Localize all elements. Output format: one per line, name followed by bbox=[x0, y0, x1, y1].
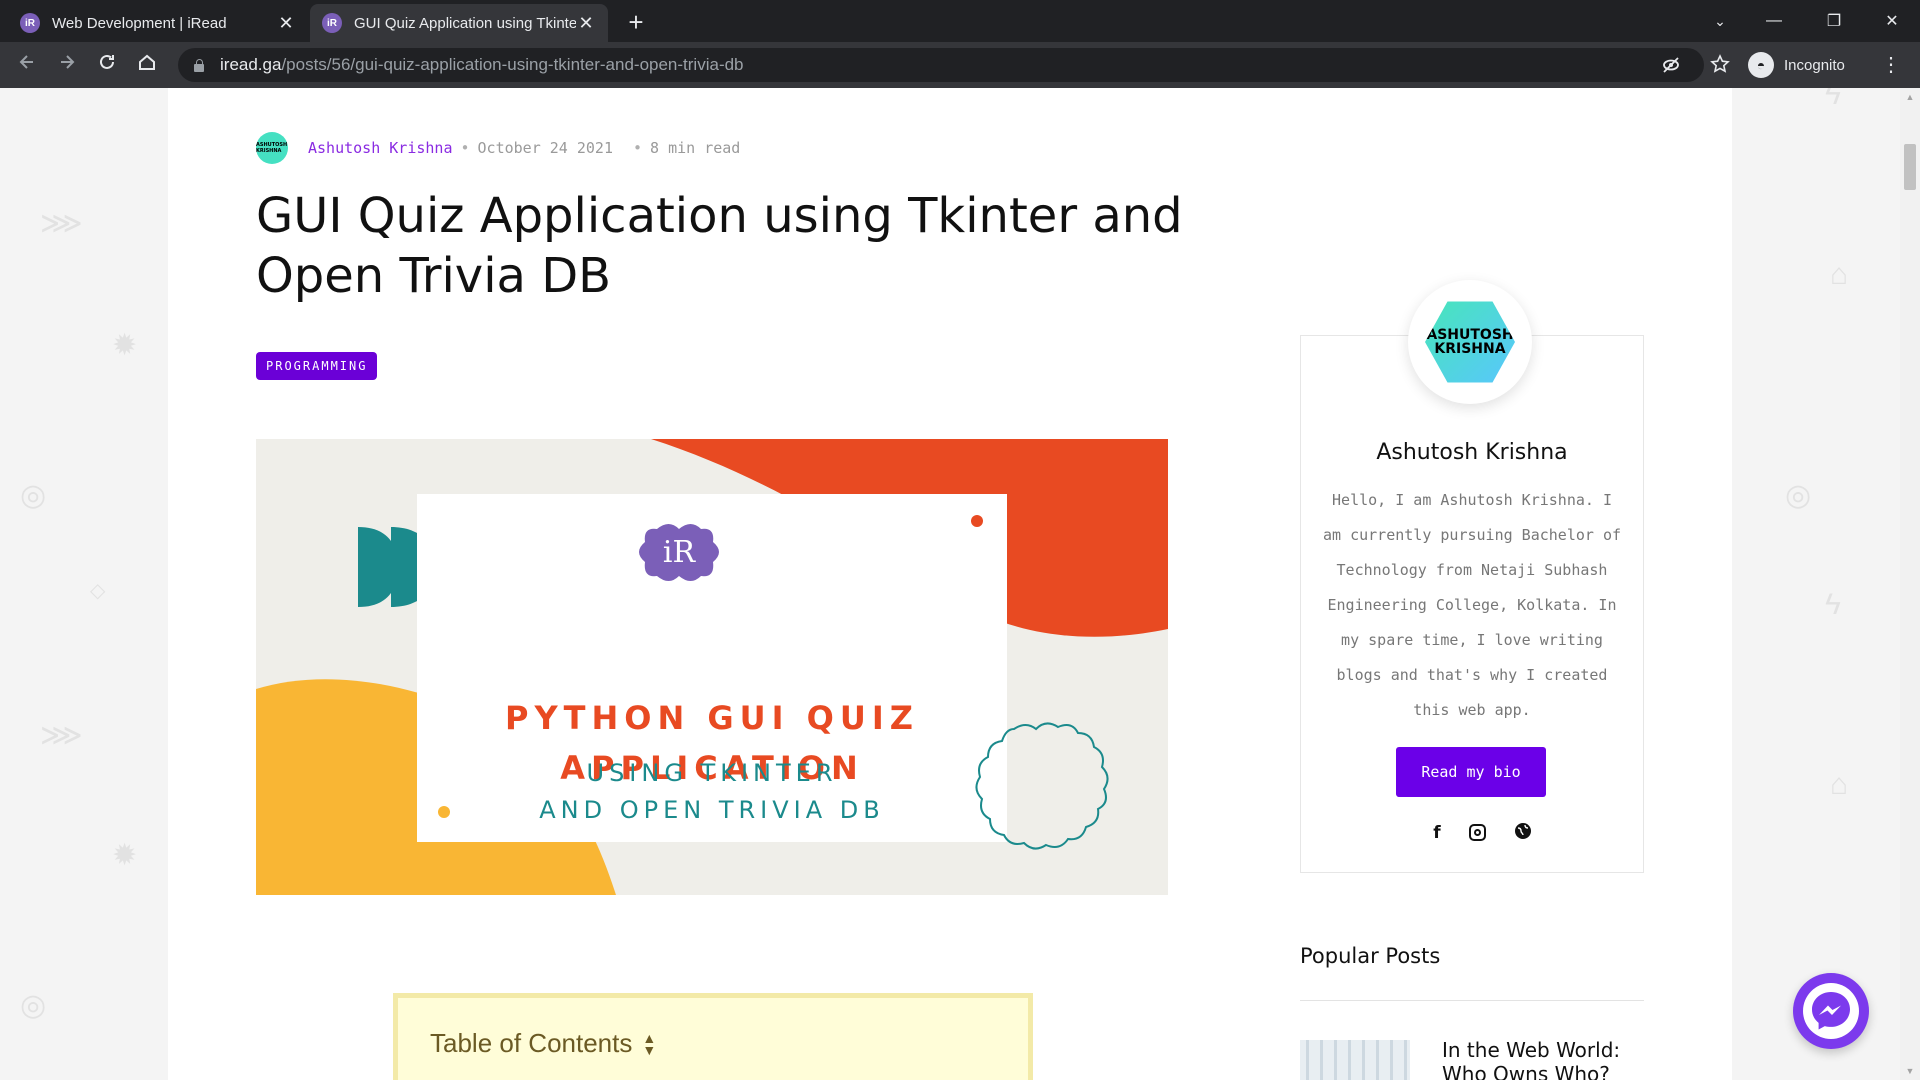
browser-tab-web-development[interactable]: iR Web Development | iRead ✕ bbox=[8, 4, 308, 42]
bug-bg-icon: ⋙ bbox=[40, 207, 83, 240]
hero-image: iR PYTHON GUI QUIZ APPLICATION USING TKI… bbox=[256, 439, 1168, 895]
close-tab-icon[interactable]: ✕ bbox=[576, 13, 596, 33]
sidebar-author-bio: Hello, I am Ashutosh Krishna. I am curre… bbox=[1322, 491, 1621, 719]
wavy-circle-decor bbox=[975, 722, 1109, 850]
house-bg-icon: ⌂ bbox=[1830, 768, 1849, 801]
scroll-down-arrow-icon[interactable]: ▼ bbox=[1900, 1062, 1920, 1080]
toc-title: Table of Contents bbox=[430, 1028, 633, 1058]
browser-toolbar: iread.ga /posts/56/gui-quiz-application-… bbox=[0, 42, 1920, 88]
facebook-icon[interactable]: f bbox=[1426, 822, 1448, 844]
incognito-icon: ◓ bbox=[1748, 52, 1774, 78]
author-logo: ASHUTOSH KRISHNA bbox=[1425, 301, 1515, 383]
globe-icon[interactable] bbox=[1512, 822, 1534, 844]
close-tab-icon[interactable]: ✕ bbox=[276, 13, 296, 33]
messenger-chat-button[interactable] bbox=[1793, 973, 1869, 1049]
close-window-button[interactable]: ✕ bbox=[1864, 0, 1920, 42]
arrow-left-icon bbox=[19, 55, 33, 69]
iread-favicon-icon: iR bbox=[322, 13, 342, 33]
back-button[interactable] bbox=[12, 50, 42, 80]
tab-title: Web Development | iRead bbox=[52, 14, 227, 32]
kebab-icon[interactable]: ⋮ bbox=[1880, 50, 1902, 80]
meta-separator: • bbox=[460, 139, 470, 157]
instagram-icon[interactable] bbox=[1467, 822, 1489, 844]
category-badge[interactable]: PROGRAMMING bbox=[256, 352, 378, 380]
post-meta: ASHUTOSH KRISHNA Ashutosh Krishna • Octo… bbox=[256, 132, 740, 164]
url-host: iread.ga bbox=[220, 55, 282, 74]
new-tab-button[interactable]: + bbox=[622, 8, 650, 36]
messenger-icon bbox=[1803, 983, 1859, 1039]
author-avatar[interactable]: ASHUTOSH KRISHNA bbox=[1408, 280, 1532, 404]
home-icon bbox=[139, 54, 155, 70]
divider bbox=[1300, 1000, 1644, 1001]
incognito-label: Incognito bbox=[1784, 56, 1845, 74]
author-logo-text: ASHUTOSH KRISHNA bbox=[1426, 327, 1514, 357]
url-path: /posts/56/gui-quiz-application-using-tki… bbox=[281, 55, 744, 74]
bug-bg-icon: ⋙ bbox=[40, 719, 83, 752]
author-mini-avatar[interactable]: ASHUTOSH KRISHNA bbox=[256, 132, 288, 164]
meta-separator: • bbox=[633, 139, 643, 157]
author-link[interactable]: Ashutosh Krishna bbox=[308, 139, 453, 157]
sidebar-author-name: Ashutosh Krishna bbox=[1376, 440, 1568, 465]
restore-window-button[interactable]: ❐ bbox=[1806, 0, 1862, 42]
mini-avatar-text: ASHUTOSH KRISHNA bbox=[256, 142, 288, 154]
bug-bg-icon: ✹ bbox=[112, 329, 138, 362]
table-of-contents: Table of Contents ▲ ▼ bbox=[393, 993, 1033, 1080]
browser-tab-gui-quiz[interactable]: iR GUI Quiz Application using Tkinter an… bbox=[310, 4, 608, 42]
reload-button[interactable] bbox=[92, 50, 122, 80]
eye-bg-icon: ◎ bbox=[20, 479, 47, 512]
eye-bg-icon: ◎ bbox=[20, 989, 47, 1022]
scrollbar-thumb[interactable] bbox=[1904, 144, 1916, 190]
forward-button[interactable] bbox=[52, 50, 82, 80]
post-date: October 24 2021 bbox=[477, 139, 613, 157]
toc-toggle[interactable]: Table of Contents ▲ ▼ bbox=[430, 1028, 656, 1059]
address-bar[interactable]: iread.ga /posts/56/gui-quiz-application-… bbox=[178, 48, 1704, 82]
star-icon[interactable] bbox=[1709, 54, 1731, 76]
read-bio-button[interactable]: Read my bio bbox=[1396, 747, 1546, 797]
arrow-right-icon bbox=[61, 55, 75, 69]
post-title: GUI Quiz Application using Tkinter and O… bbox=[256, 188, 1183, 304]
reload-icon bbox=[100, 54, 114, 69]
eye-bg-icon: ◎ bbox=[1785, 479, 1812, 512]
page-background: ⋙ ✹ ◎ ◇ ⋙ ✹ ◎ ϟ ⌂ ◎ ϟ ⌂ ASHUTOSH KRISHNA… bbox=[0, 88, 1900, 1080]
eye-off-icon[interactable] bbox=[1660, 55, 1682, 77]
popular-posts-heading: Popular Posts bbox=[1300, 944, 1441, 968]
popular-post-title[interactable]: In the Web World: Who Owns Who? bbox=[1442, 1038, 1642, 1080]
bolt-bg-icon: ϟ bbox=[1825, 88, 1841, 111]
house-bg-icon: ⌂ bbox=[1830, 258, 1849, 291]
home-button[interactable] bbox=[132, 50, 162, 80]
browser-tab-bar: iR Web Development | iRead ✕ iR GUI Quiz… bbox=[0, 0, 1920, 42]
read-time: 8 min read bbox=[650, 139, 741, 157]
diamond-bg-icon: ◇ bbox=[90, 580, 106, 602]
minimize-window-button[interactable]: — bbox=[1746, 0, 1802, 42]
incognito-profile-button[interactable]: ◓ Incognito bbox=[1748, 49, 1845, 81]
tab-search-chevron-icon[interactable]: ⌄ bbox=[1692, 0, 1748, 42]
sort-caret-icon: ▲ ▼ bbox=[642, 1029, 657, 1058]
scroll-up-arrow-icon[interactable]: ▲ bbox=[1900, 88, 1920, 106]
post-content-area: ASHUTOSH KRISHNA Ashutosh Krishna • Octo… bbox=[168, 88, 1732, 1080]
popular-post-thumbnail[interactable] bbox=[1300, 1040, 1410, 1080]
iread-favicon-icon: iR bbox=[20, 13, 40, 33]
bolt-bg-icon: ϟ bbox=[1825, 588, 1841, 621]
bug-bg-icon: ✹ bbox=[112, 839, 138, 872]
tab-title: GUI Quiz Application using Tkinter and O… bbox=[354, 14, 576, 32]
page-scrollbar[interactable]: ▲ ▼ bbox=[1900, 88, 1920, 1080]
lock-icon[interactable] bbox=[192, 58, 206, 72]
